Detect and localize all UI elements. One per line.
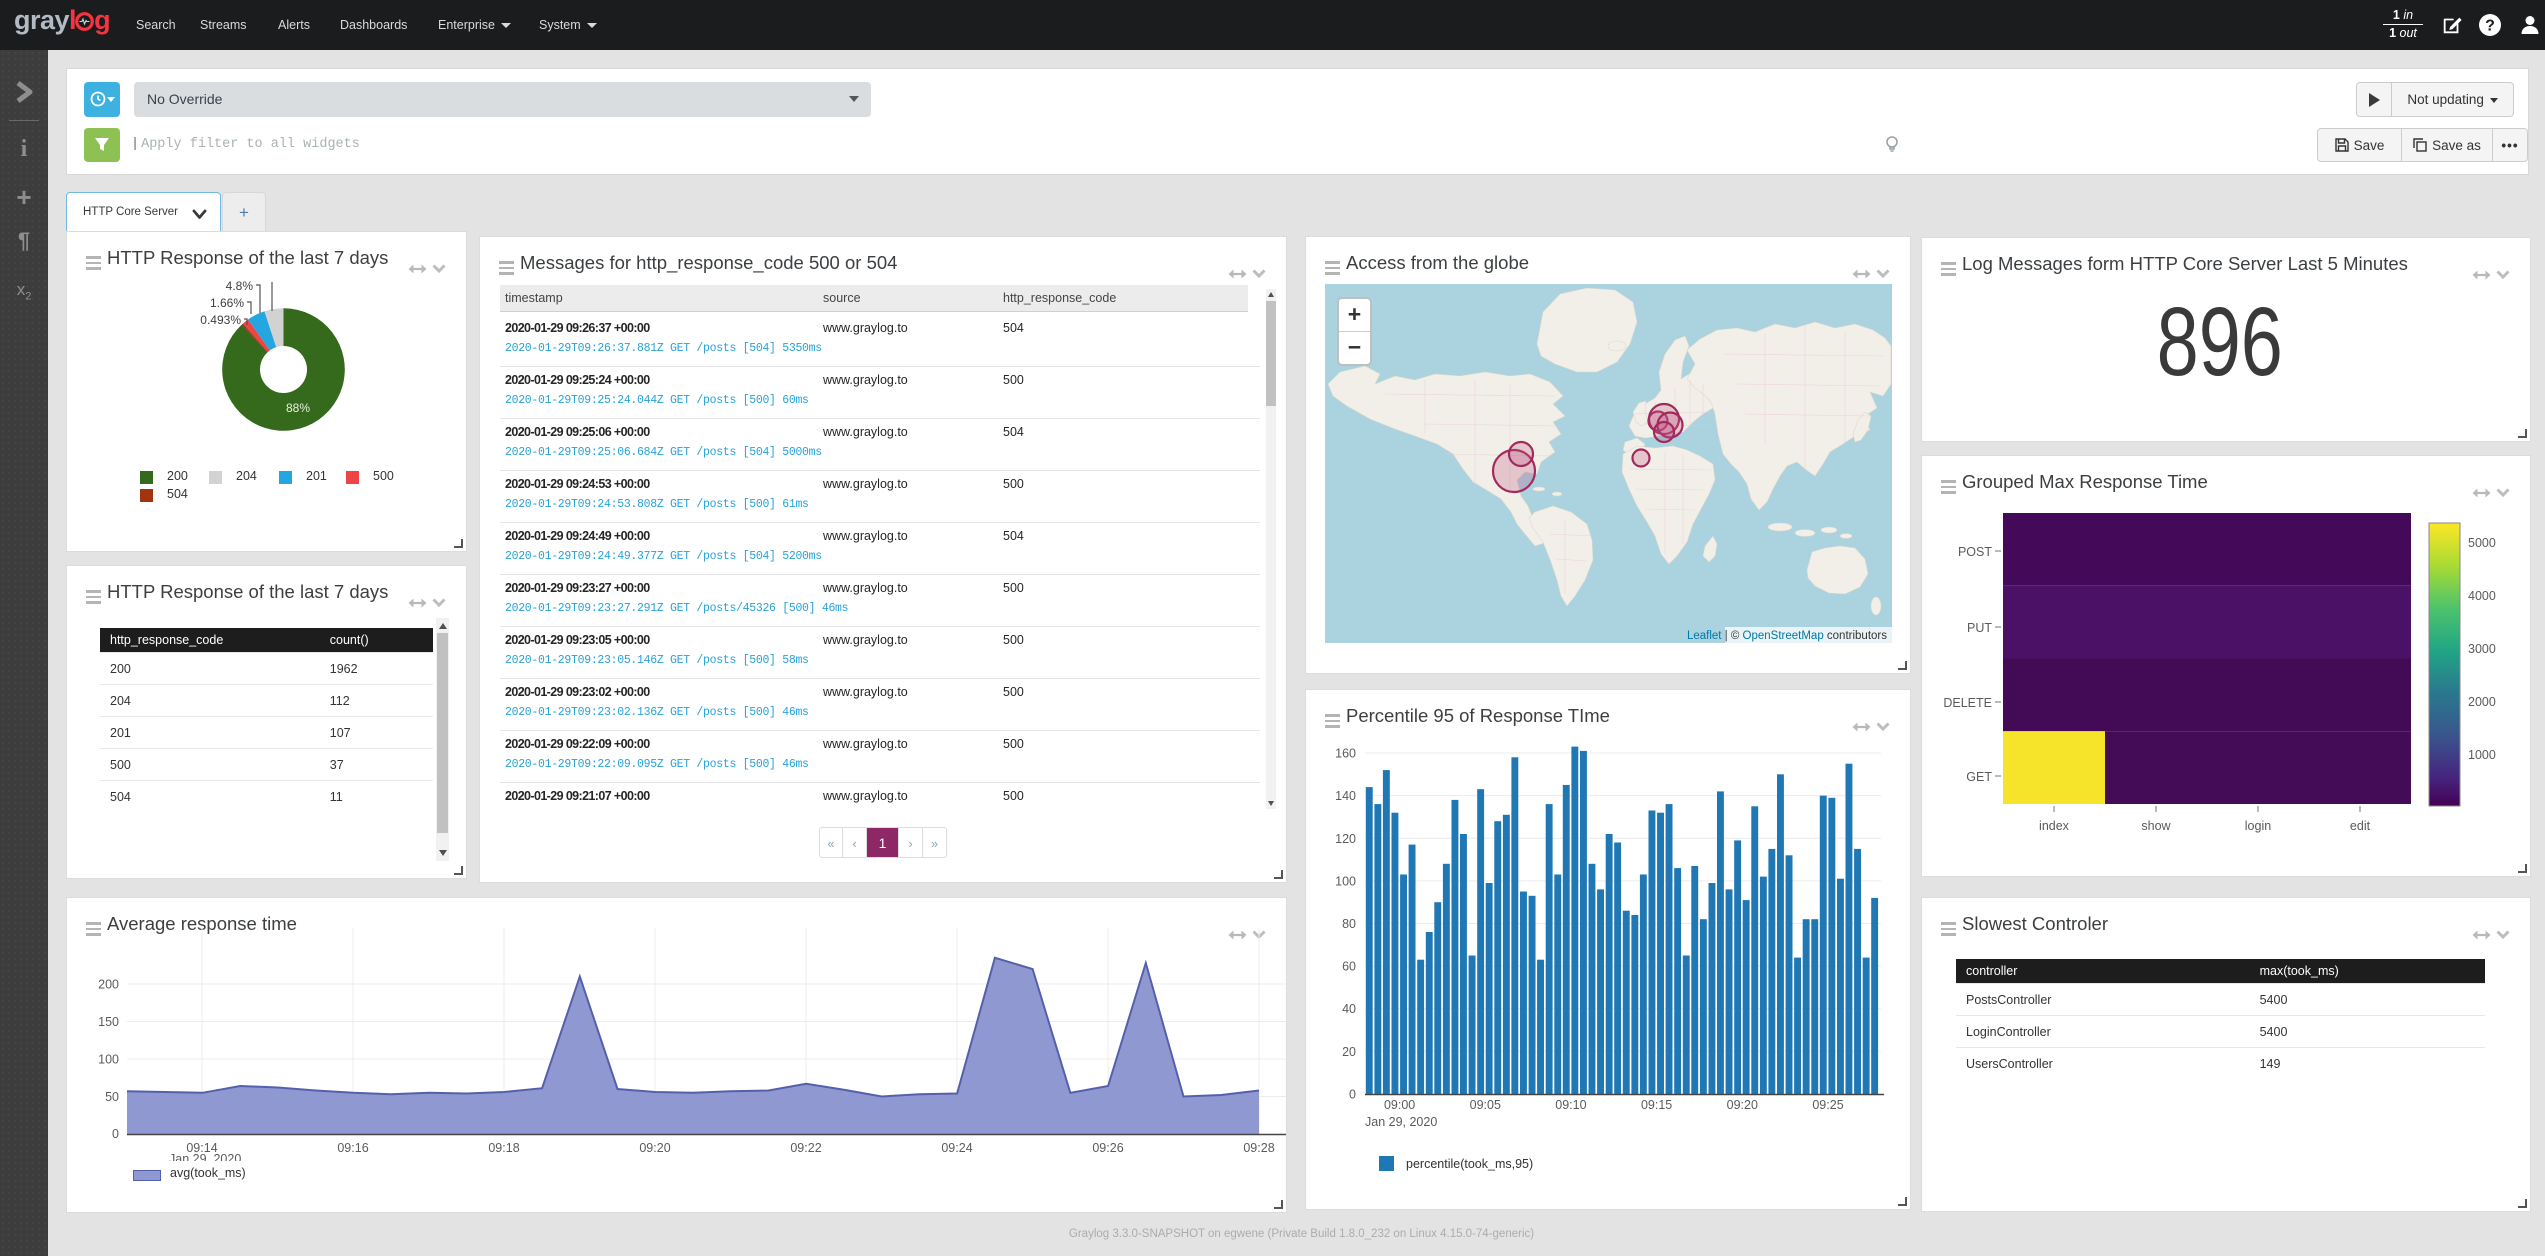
svg-text:09:26: 09:26 — [1092, 1141, 1123, 1155]
svg-text:50: 50 — [105, 1090, 119, 1104]
svg-text:60: 60 — [1342, 960, 1356, 974]
svg-text:login: login — [2245, 819, 2271, 833]
svg-text:GET: GET — [1966, 770, 1992, 784]
svg-text:09:22: 09:22 — [790, 1141, 821, 1155]
svg-text:09:20: 09:20 — [1727, 1098, 1758, 1112]
svg-text:100: 100 — [98, 1053, 119, 1067]
svg-text:09:05: 09:05 — [1470, 1098, 1501, 1112]
svg-text:0: 0 — [112, 1127, 119, 1141]
svg-text:100: 100 — [1335, 874, 1356, 888]
svg-text:20: 20 — [1342, 1045, 1356, 1059]
svg-text:88%: 88% — [286, 401, 310, 415]
svg-text:POST: POST — [1958, 545, 1992, 559]
svg-text:160: 160 — [1335, 747, 1356, 761]
svg-text:09:20: 09:20 — [639, 1141, 670, 1155]
svg-text:DELETE: DELETE — [1943, 696, 1992, 710]
svg-text:index: index — [2039, 819, 2070, 833]
svg-text:Jan 29, 2020: Jan 29, 2020 — [169, 1152, 241, 1161]
svg-text:0: 0 — [1349, 1088, 1356, 1102]
svg-text:09:25: 09:25 — [1812, 1098, 1843, 1112]
svg-text:09:00: 09:00 — [1384, 1098, 1415, 1112]
svg-text:120: 120 — [1335, 832, 1356, 846]
svg-text:80: 80 — [1342, 917, 1356, 931]
svg-text:?: ? — [2485, 18, 2495, 35]
svg-text:4.8%: 4.8% — [226, 279, 254, 293]
svg-text:1.66%: 1.66% — [210, 296, 244, 310]
svg-text:4000: 4000 — [2468, 589, 2496, 603]
svg-text:150: 150 — [98, 1015, 119, 1029]
svg-text:PUT: PUT — [1967, 621, 1992, 635]
svg-text:140: 140 — [1335, 789, 1356, 803]
svg-text:3000: 3000 — [2468, 642, 2496, 656]
svg-text:09:28: 09:28 — [1243, 1141, 1274, 1155]
svg-text:1000: 1000 — [2468, 748, 2496, 762]
svg-text:09:16: 09:16 — [337, 1141, 368, 1155]
svg-text:200: 200 — [98, 978, 119, 992]
svg-text:5000: 5000 — [2468, 536, 2496, 550]
svg-text:edit: edit — [2350, 819, 2371, 833]
svg-text:09:10: 09:10 — [1555, 1098, 1586, 1112]
svg-text:40: 40 — [1342, 1002, 1356, 1016]
svg-text:percentile(took_ms,95): percentile(took_ms,95) — [1406, 1157, 1533, 1171]
svg-text:show: show — [2141, 819, 2171, 833]
svg-text:Jan 29, 2020: Jan 29, 2020 — [1365, 1115, 1437, 1129]
svg-text:2000: 2000 — [2468, 695, 2496, 709]
svg-text:09:24: 09:24 — [941, 1141, 972, 1155]
svg-text:Leaflet | © OpenStreetMap cont: Leaflet | © OpenStreetMap contributors — [1687, 630, 1887, 642]
svg-text:09:15: 09:15 — [1641, 1098, 1672, 1112]
svg-text:09:18: 09:18 — [488, 1141, 519, 1155]
svg-text:0.493%: 0.493% — [200, 313, 241, 327]
